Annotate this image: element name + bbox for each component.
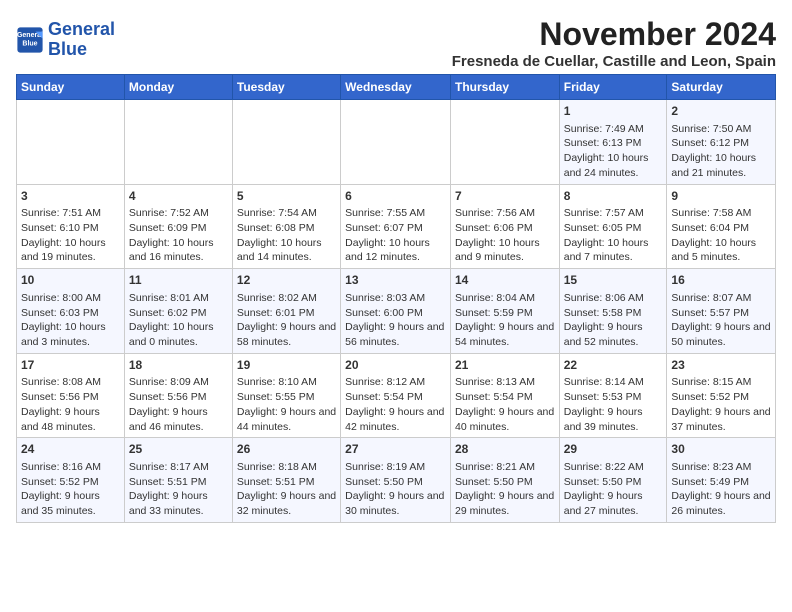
day-number: 10 [21, 272, 120, 289]
day-number: 26 [237, 441, 336, 458]
calendar-cell: 11Sunrise: 8:01 AMSunset: 6:02 PMDayligh… [124, 269, 232, 354]
calendar-cell: 23Sunrise: 8:15 AMSunset: 5:52 PMDayligh… [667, 353, 776, 438]
day-number: 7 [455, 188, 555, 205]
day-number: 21 [455, 357, 555, 374]
calendar-cell: 25Sunrise: 8:17 AMSunset: 5:51 PMDayligh… [124, 438, 232, 523]
day-number: 5 [237, 188, 336, 205]
calendar-cell: 28Sunrise: 8:21 AMSunset: 5:50 PMDayligh… [450, 438, 559, 523]
calendar-cell: 24Sunrise: 8:16 AMSunset: 5:52 PMDayligh… [17, 438, 125, 523]
day-number: 23 [671, 357, 771, 374]
calendar-cell: 18Sunrise: 8:09 AMSunset: 5:56 PMDayligh… [124, 353, 232, 438]
day-number: 27 [345, 441, 446, 458]
calendar-cell: 10Sunrise: 8:00 AMSunset: 6:03 PMDayligh… [17, 269, 125, 354]
header-monday: Monday [124, 75, 232, 100]
header-saturday: Saturday [667, 75, 776, 100]
day-number: 13 [345, 272, 446, 289]
day-number: 15 [564, 272, 663, 289]
calendar-cell: 5Sunrise: 7:54 AMSunset: 6:08 PMDaylight… [232, 184, 340, 269]
day-number: 18 [129, 357, 228, 374]
calendar-week-3: 10Sunrise: 8:00 AMSunset: 6:03 PMDayligh… [17, 269, 776, 354]
calendar-cell [450, 100, 559, 185]
day-number: 3 [21, 188, 120, 205]
day-number: 29 [564, 441, 663, 458]
calendar-cell [232, 100, 340, 185]
calendar-cell: 15Sunrise: 8:06 AMSunset: 5:58 PMDayligh… [559, 269, 667, 354]
calendar-week-1: 1Sunrise: 7:49 AMSunset: 6:13 PMDaylight… [17, 100, 776, 185]
day-number: 20 [345, 357, 446, 374]
calendar-cell: 7Sunrise: 7:56 AMSunset: 6:06 PMDaylight… [450, 184, 559, 269]
day-number: 17 [21, 357, 120, 374]
calendar-cell: 13Sunrise: 8:03 AMSunset: 6:00 PMDayligh… [341, 269, 451, 354]
location-subtitle: Fresneda de Cuellar, Castille and Leon, … [452, 53, 776, 70]
calendar-cell: 20Sunrise: 8:12 AMSunset: 5:54 PMDayligh… [341, 353, 451, 438]
calendar-header: Sunday Monday Tuesday Wednesday Thursday… [17, 75, 776, 100]
day-number: 6 [345, 188, 446, 205]
calendar-cell [124, 100, 232, 185]
day-number: 2 [671, 103, 771, 120]
calendar-cell: 8Sunrise: 7:57 AMSunset: 6:05 PMDaylight… [559, 184, 667, 269]
day-number: 19 [237, 357, 336, 374]
logo: General Blue General Blue [16, 20, 115, 60]
calendar-week-4: 17Sunrise: 8:08 AMSunset: 5:56 PMDayligh… [17, 353, 776, 438]
calendar-cell: 26Sunrise: 8:18 AMSunset: 5:51 PMDayligh… [232, 438, 340, 523]
calendar-cell: 16Sunrise: 8:07 AMSunset: 5:57 PMDayligh… [667, 269, 776, 354]
day-number: 9 [671, 188, 771, 205]
header-thursday: Thursday [450, 75, 559, 100]
calendar-cell: 9Sunrise: 7:58 AMSunset: 6:04 PMDaylight… [667, 184, 776, 269]
day-number: 12 [237, 272, 336, 289]
calendar-cell: 4Sunrise: 7:52 AMSunset: 6:09 PMDaylight… [124, 184, 232, 269]
day-number: 16 [671, 272, 771, 289]
calendar-week-5: 24Sunrise: 8:16 AMSunset: 5:52 PMDayligh… [17, 438, 776, 523]
calendar-cell: 27Sunrise: 8:19 AMSunset: 5:50 PMDayligh… [341, 438, 451, 523]
header-row: Sunday Monday Tuesday Wednesday Thursday… [17, 75, 776, 100]
calendar-cell: 21Sunrise: 8:13 AMSunset: 5:54 PMDayligh… [450, 353, 559, 438]
header-sunday: Sunday [17, 75, 125, 100]
day-number: 14 [455, 272, 555, 289]
month-title: November 2024 [452, 16, 776, 53]
header-wednesday: Wednesday [341, 75, 451, 100]
page-header: General Blue General Blue November 2024 … [16, 16, 776, 70]
calendar-cell: 22Sunrise: 8:14 AMSunset: 5:53 PMDayligh… [559, 353, 667, 438]
day-number: 22 [564, 357, 663, 374]
logo-icon: General Blue [16, 26, 44, 54]
day-number: 4 [129, 188, 228, 205]
calendar-cell [17, 100, 125, 185]
logo-text: General Blue [48, 20, 115, 60]
calendar-cell: 1Sunrise: 7:49 AMSunset: 6:13 PMDaylight… [559, 100, 667, 185]
day-number: 28 [455, 441, 555, 458]
header-friday: Friday [559, 75, 667, 100]
svg-text:Blue: Blue [22, 40, 37, 47]
calendar-cell: 12Sunrise: 8:02 AMSunset: 6:01 PMDayligh… [232, 269, 340, 354]
calendar-table: Sunday Monday Tuesday Wednesday Thursday… [16, 74, 776, 523]
calendar-cell: 14Sunrise: 8:04 AMSunset: 5:59 PMDayligh… [450, 269, 559, 354]
title-area: November 2024 Fresneda de Cuellar, Casti… [452, 16, 776, 70]
calendar-cell: 2Sunrise: 7:50 AMSunset: 6:12 PMDaylight… [667, 100, 776, 185]
calendar-cell [341, 100, 451, 185]
day-number: 8 [564, 188, 663, 205]
day-number: 25 [129, 441, 228, 458]
calendar-week-2: 3Sunrise: 7:51 AMSunset: 6:10 PMDaylight… [17, 184, 776, 269]
calendar-cell: 3Sunrise: 7:51 AMSunset: 6:10 PMDaylight… [17, 184, 125, 269]
calendar-body: 1Sunrise: 7:49 AMSunset: 6:13 PMDaylight… [17, 100, 776, 523]
calendar-cell: 19Sunrise: 8:10 AMSunset: 5:55 PMDayligh… [232, 353, 340, 438]
day-number: 1 [564, 103, 663, 120]
day-number: 24 [21, 441, 120, 458]
calendar-cell: 30Sunrise: 8:23 AMSunset: 5:49 PMDayligh… [667, 438, 776, 523]
header-tuesday: Tuesday [232, 75, 340, 100]
day-number: 11 [129, 272, 228, 289]
calendar-cell: 17Sunrise: 8:08 AMSunset: 5:56 PMDayligh… [17, 353, 125, 438]
calendar-cell: 29Sunrise: 8:22 AMSunset: 5:50 PMDayligh… [559, 438, 667, 523]
day-number: 30 [671, 441, 771, 458]
calendar-cell: 6Sunrise: 7:55 AMSunset: 6:07 PMDaylight… [341, 184, 451, 269]
